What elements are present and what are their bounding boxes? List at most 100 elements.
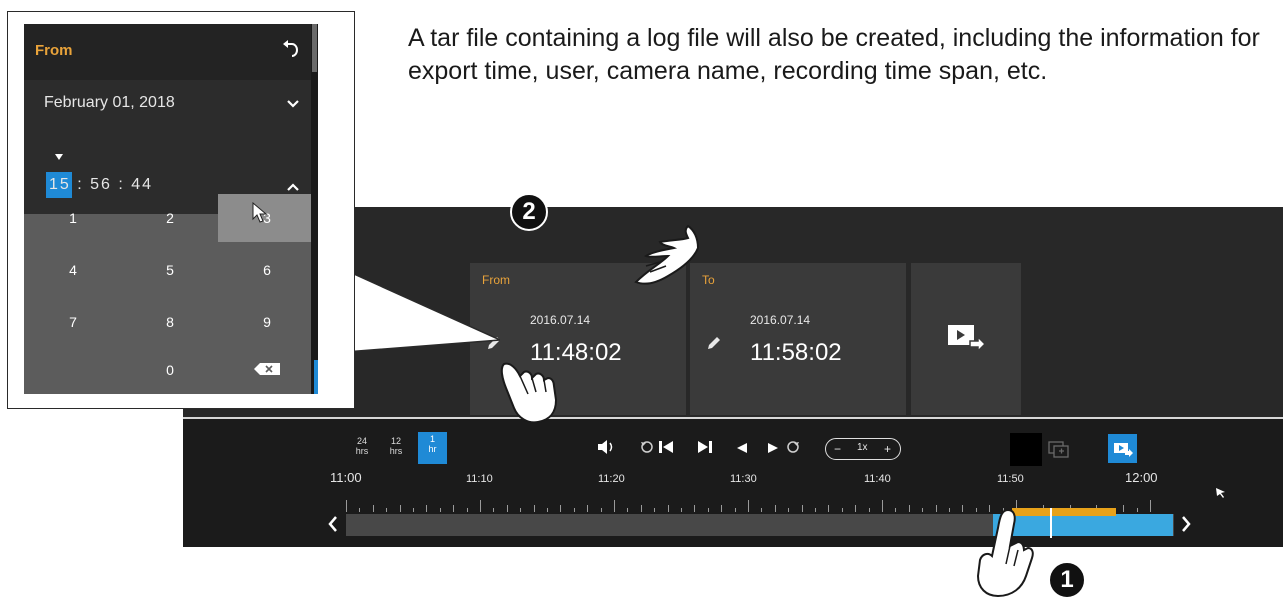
ruler-tick: [614, 500, 615, 512]
ruler-tick: [640, 505, 642, 512]
speed-control[interactable]: − 1x +: [825, 438, 901, 460]
export-video-button[interactable]: [911, 263, 1021, 415]
chevron-down-icon[interactable]: [286, 96, 300, 114]
ruler-tick: [734, 508, 736, 512]
popup-date[interactable]: February 01, 2018: [44, 94, 175, 112]
range-value: 1: [429, 434, 435, 444]
ruler-tick: [1123, 505, 1125, 512]
ruler-tick: [413, 508, 414, 512]
to-label: To: [702, 273, 715, 287]
ruler-tick: [533, 505, 535, 512]
range-unit: hr: [428, 444, 437, 454]
ruler-tick: [681, 508, 682, 512]
ruler-tick: [359, 508, 361, 512]
ruler-tick: [761, 508, 763, 512]
ruler-tick: [707, 508, 709, 512]
backspace-icon: [253, 362, 281, 379]
hand-pointer-icon: [976, 508, 1034, 598]
ruler-tick: [868, 508, 870, 512]
range-24hrs-button[interactable]: 24 hrs: [352, 436, 372, 456]
ruler-tick: [346, 500, 347, 512]
edit-pencil-icon[interactable]: [706, 335, 722, 356]
keypad-key-7[interactable]: 7: [24, 298, 122, 346]
timeline-tick-label: 11:50: [997, 473, 1024, 485]
ruler-tick: [1136, 508, 1138, 512]
timeline-next-icon[interactable]: [1180, 514, 1192, 539]
ruler-tick: [399, 505, 401, 512]
export-mode-button[interactable]: [1108, 434, 1137, 463]
ruler-tick: [908, 505, 910, 512]
timeline-tick-label: 11:40: [864, 473, 891, 485]
ruler-tick: [587, 505, 589, 512]
range-value: 12: [390, 436, 401, 446]
timeline-start-label: 11:00: [330, 470, 362, 485]
ruler-tick: [520, 508, 522, 512]
timeline-tick-label: 11:30: [730, 473, 757, 485]
ruler-tick: [480, 500, 481, 512]
ruler-tick: [895, 508, 897, 512]
minute-second-value: : 56 : 44: [77, 176, 154, 193]
ruler-tick: [855, 505, 857, 512]
keypad-key-4[interactable]: 4: [24, 246, 122, 294]
caret-marker-icon: [54, 148, 64, 166]
range-12hrs-button[interactable]: 12 hrs: [386, 436, 406, 456]
popup-scrollbar[interactable]: [311, 24, 318, 394]
playhead[interactable]: [1050, 508, 1052, 538]
hour-value: 15: [49, 176, 71, 193]
timeline-tick-label: 11:20: [598, 473, 625, 485]
range-unit: hrs: [355, 446, 369, 456]
hand-pointer-icon: [500, 362, 558, 424]
popup-time[interactable]: 15 : 56 : 44: [49, 176, 153, 194]
range-1hr-button[interactable]: 1 hr: [418, 432, 447, 464]
ruler-tick: [453, 505, 455, 512]
ruler-tick: [828, 505, 830, 512]
speed-value: 1x: [857, 442, 868, 453]
ruler-tick: [694, 505, 696, 512]
skip-forward-icon[interactable]: [697, 440, 713, 459]
ruler-tick: [560, 505, 562, 512]
keypad-key-2[interactable]: 2: [121, 194, 219, 242]
backspace-button[interactable]: [218, 346, 316, 394]
ruler-tick: [627, 508, 629, 512]
forward-replay-icon[interactable]: [786, 440, 800, 459]
range-value: 24: [356, 436, 367, 446]
scrollbar-thumb[interactable]: [312, 24, 317, 72]
play-icon[interactable]: [767, 441, 779, 459]
keypad-key-0[interactable]: 0: [121, 346, 219, 394]
keypad-key-5[interactable]: 5: [121, 246, 219, 294]
undo-icon[interactable]: [282, 40, 300, 65]
ruler-tick: [439, 508, 441, 512]
timeline-tick-label: 11:10: [466, 473, 493, 485]
keypad-key-1[interactable]: 1: [24, 194, 122, 242]
snapshot-icon[interactable]: [1048, 441, 1070, 464]
timeline-prev-icon[interactable]: [327, 514, 339, 539]
ruler-tick: [841, 508, 843, 512]
keypad-key-9[interactable]: 9: [218, 298, 316, 346]
from-date: 2016.07.14: [530, 313, 591, 327]
keypad-key-6[interactable]: 6: [218, 246, 316, 294]
step-marker-2: 2: [510, 193, 548, 231]
ruler-tick: [493, 508, 495, 512]
keypad-key-8[interactable]: 8: [121, 298, 219, 346]
ruler-tick: [882, 500, 883, 512]
volume-icon[interactable]: [597, 440, 615, 459]
export-video-icon: [946, 321, 987, 358]
ruler-tick: [922, 508, 924, 512]
timeline-end-label: 12:00: [1125, 470, 1158, 485]
play-reverse-icon[interactable]: [736, 441, 748, 459]
popup-accent-bar: [314, 360, 318, 394]
skip-back-icon[interactable]: [658, 440, 674, 459]
ruler-tick: [748, 500, 749, 512]
ruler-tick: [426, 505, 428, 512]
speed-plus-button[interactable]: +: [884, 442, 891, 456]
ruler-tick: [372, 505, 374, 512]
ruler-tick: [573, 508, 575, 512]
speed-minus-button[interactable]: −: [834, 442, 841, 456]
to-date: 2016.07.14: [750, 313, 811, 327]
to-time-card[interactable]: To 2016.07.14 11:58:02: [690, 263, 906, 415]
ruler-tick: [788, 508, 790, 512]
ruler-tick: [506, 505, 508, 512]
replay-icon[interactable]: [640, 440, 654, 459]
ruler-tick: [962, 505, 964, 512]
mouse-cursor-icon: [1215, 486, 1227, 504]
